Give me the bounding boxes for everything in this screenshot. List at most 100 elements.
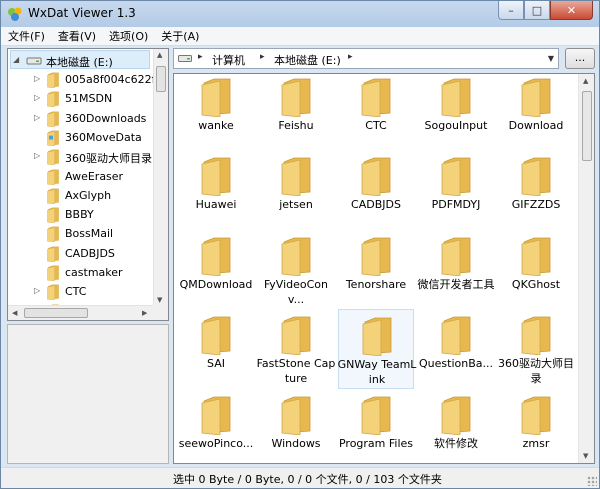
- expand-arrow-icon[interactable]: ▷: [34, 286, 43, 296]
- folder-item[interactable]: Huawei: [178, 153, 254, 229]
- menu-view[interactable]: 查看(V): [51, 28, 102, 44]
- tree-item[interactable]: AxGlyph: [8, 186, 154, 205]
- tree-item-label: AxGlyph: [65, 188, 112, 202]
- folder-icon: [46, 111, 62, 127]
- tree-item[interactable]: BBBY: [8, 205, 154, 224]
- app-window: WxDat Viewer 1.3 – □ ✕ 文件(F) 查看(V) 选项(O)…: [0, 0, 600, 489]
- tree-item[interactable]: ▷ 005a8f004c622fa1: [8, 70, 168, 89]
- folder-name: QKGhost: [511, 278, 561, 291]
- folder-item[interactable]: SAI: [178, 312, 254, 388]
- folder-item[interactable]: SogouInput: [418, 74, 494, 150]
- folder-icon: [361, 237, 391, 276]
- breadcrumb-computer[interactable]: 计算机: [212, 52, 245, 68]
- folder-icon: [201, 78, 231, 117]
- folder-item[interactable]: GIFZZDS: [498, 153, 574, 229]
- tree-horizontal-scrollbar[interactable]: ◀ ▶: [8, 305, 154, 320]
- folder-item[interactable]: Feishu: [258, 74, 334, 150]
- chevron-down-icon[interactable]: ▼: [548, 54, 554, 63]
- scroll-down-icon[interactable]: ▼: [157, 296, 162, 304]
- folder-item[interactable]: 软件修改: [418, 392, 494, 463]
- files-scroll-thumb[interactable]: [582, 91, 592, 161]
- tree-item[interactable]: CADBJDS: [8, 244, 154, 263]
- menu-options[interactable]: 选项(O): [102, 28, 154, 44]
- folder-icon: [46, 91, 62, 108]
- tree-scroll-thumb[interactable]: [156, 66, 166, 92]
- folder-tree[interactable]: ◢ 本地磁盘 (E:) ▷ 005a8f004c622fa1 ▷ 51MSDN ▷ 360Do…: [7, 48, 169, 321]
- scroll-corner: [153, 305, 168, 320]
- tree-item[interactable]: ▷ 360Downloads: [8, 109, 154, 128]
- folder-item[interactable]: QMDownload: [178, 233, 254, 309]
- scroll-right-icon[interactable]: ▶: [142, 309, 147, 317]
- folder-item[interactable]: CADBJDS: [338, 153, 414, 229]
- folder-item[interactable]: CTC: [338, 74, 414, 150]
- tree-hscroll-thumb[interactable]: [24, 308, 88, 318]
- folder-item[interactable]: zmsr: [498, 392, 574, 463]
- scroll-down-icon[interactable]: ▼: [583, 452, 588, 460]
- folder-item[interactable]: GNWay TeamLink: [337, 309, 417, 389]
- expand-arrow-icon[interactable]: ▷: [34, 113, 43, 123]
- folder-item[interactable]: 360驱动大师目录: [498, 312, 574, 388]
- folder-icon: [46, 72, 62, 89]
- folder-icon: [521, 157, 551, 196]
- folder-item[interactable]: seewoPinco...: [178, 392, 254, 463]
- folder-name: QMDownload: [179, 278, 253, 291]
- tree-item-label: 51MSDN: [65, 92, 113, 106]
- folder-item[interactable]: jetsen: [258, 153, 334, 229]
- expand-arrow-icon[interactable]: ▷: [34, 151, 43, 161]
- folder-name: GNWay TeamLink: [337, 358, 417, 386]
- folder-icon: [46, 284, 62, 301]
- folder-item[interactable]: FastStone Capture: [257, 312, 335, 388]
- folder-item[interactable]: Download: [498, 74, 574, 150]
- folder-item[interactable]: Program Files: [338, 392, 414, 463]
- tree-item[interactable]: ▷ CTC: [8, 282, 154, 301]
- browse-button[interactable]: ...: [565, 48, 595, 69]
- scroll-left-icon[interactable]: ◀: [12, 309, 17, 317]
- breadcrumb-separator[interactable]: ▸: [198, 52, 203, 62]
- expand-arrow-icon[interactable]: ▷: [34, 74, 43, 84]
- tree-item[interactable]: 360MoveData: [8, 128, 154, 147]
- files-vertical-scrollbar[interactable]: ▲ ▼: [578, 74, 594, 463]
- folder-item[interactable]: wanke: [178, 74, 254, 150]
- folder-name: Program Files: [338, 437, 414, 450]
- tree-item-label: 360驱动大师目录: [65, 152, 152, 166]
- drive-icon: [26, 53, 42, 67]
- folder-icon: [521, 396, 551, 435]
- tree-item-label: 360MoveData: [65, 130, 142, 144]
- folder-item[interactable]: Windows: [258, 392, 334, 463]
- file-view[interactable]: wanke Feishu CTC SogouInput Download Huawei je…: [173, 73, 595, 464]
- tree-vertical-scrollbar[interactable]: ▲ ▼: [153, 49, 168, 306]
- folder-item[interactable]: QuestionBa...: [418, 312, 494, 388]
- folder-item[interactable]: PDFMDYJ: [418, 153, 494, 229]
- folder-item[interactable]: FyVideoConv...: [258, 233, 334, 309]
- maximize-button[interactable]: □: [524, 1, 550, 20]
- breadcrumb-drive[interactable]: 本地磁盘 (E:): [274, 52, 341, 68]
- folder-name: CTC: [365, 119, 387, 132]
- menu-about[interactable]: 关于(A): [154, 28, 205, 44]
- expand-arrow-icon[interactable]: ▷: [34, 93, 43, 103]
- menu-file[interactable]: 文件(F): [1, 28, 51, 44]
- folder-item[interactable]: 微信开发者工具: [418, 233, 495, 309]
- tree-item-label: CADBJDS: [65, 246, 115, 260]
- tree-item[interactable]: castmaker: [8, 263, 154, 282]
- scroll-up-icon[interactable]: ▲: [157, 51, 162, 59]
- breadcrumb-separator[interactable]: ▸: [348, 52, 353, 62]
- tree-item[interactable]: ▷ 360驱动大师目录: [8, 147, 154, 166]
- folder-icon: [521, 237, 551, 276]
- tree-item[interactable]: AweEraser: [8, 167, 154, 186]
- breadcrumb-separator[interactable]: ▸: [260, 52, 265, 62]
- tree-item-label: AweEraser: [65, 169, 124, 183]
- tree-item[interactable]: ▷ 51MSDN: [8, 89, 154, 108]
- tree-item[interactable]: BossMail: [8, 224, 154, 243]
- minimize-button[interactable]: –: [498, 1, 524, 20]
- close-button[interactable]: ✕: [550, 1, 593, 20]
- scroll-up-icon[interactable]: ▲: [583, 77, 588, 85]
- folder-item[interactable]: Tenorshare: [338, 233, 414, 309]
- window-controls: – □ ✕: [498, 1, 593, 21]
- address-bar[interactable]: ▸ 计算机 ▸ 本地磁盘 (E:) ▸ ▼: [173, 48, 559, 69]
- folder-item[interactable]: QKGhost: [498, 233, 574, 309]
- tree-root-drive[interactable]: ◢ 本地磁盘 (E:): [10, 50, 150, 69]
- folder-icon: [46, 226, 62, 243]
- title-bar[interactable]: WxDat Viewer 1.3 – □ ✕: [1, 1, 599, 27]
- collapse-arrow-icon[interactable]: ◢: [13, 55, 22, 65]
- resize-grip-icon[interactable]: [587, 476, 597, 486]
